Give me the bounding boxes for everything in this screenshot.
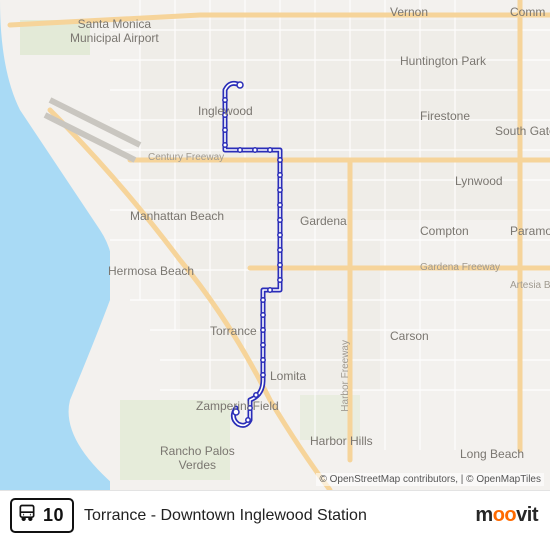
footer-bar: 10 Torrance - Downtown Inglewood Station… xyxy=(0,490,550,540)
map-frame: Santa MonicaMunicipal Airport Vernon Com… xyxy=(0,0,550,540)
bus-icon xyxy=(17,503,37,528)
route-name: Torrance - Downtown Inglewood Station xyxy=(84,507,465,525)
brand-post: vit xyxy=(516,504,538,527)
brand-logo[interactable]: moovit xyxy=(475,504,538,527)
basemap-svg xyxy=(0,0,550,490)
route-number: 10 xyxy=(43,505,64,526)
map-canvas[interactable]: Santa MonicaMunicipal Airport Vernon Com… xyxy=(0,0,550,490)
map-attribution: © OpenStreetMap contributors, | © OpenMa… xyxy=(316,473,544,486)
brand-pre: m xyxy=(475,504,492,527)
route-badge[interactable]: 10 xyxy=(10,498,74,533)
brand-mid: oo xyxy=(493,504,516,527)
